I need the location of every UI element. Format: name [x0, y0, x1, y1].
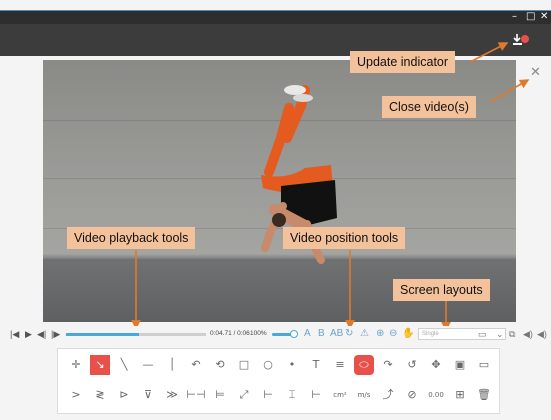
loop-tool-icon[interactable]: ⟲	[210, 355, 230, 375]
next-frame-button[interactable]: |▶	[51, 326, 60, 342]
highlight-tool-icon[interactable]: ⬭	[354, 355, 374, 375]
zoom-level: 100%	[250, 330, 267, 337]
path-tool-icon[interactable]: ⤴	[378, 385, 398, 405]
area-tool-icon[interactable]: cm²	[330, 385, 350, 405]
i-beam-tool-icon[interactable]: ⌶	[282, 385, 302, 405]
drawing-tools-panel: ✛ ↘ ╲ — │ ↶ ⟲ □ ○ • T ≡ ⬭ ↷ ↺ ✥ ▣ ▭ > ≷ ⊳ ⊽ ≫ ⊢⊣ ⊨ ⤢ ⊢ ⌶ ⊢ cm² m/s ⤴ ⊘ 0.…	[57, 348, 500, 414]
callout-close-videos: Close video(s)	[382, 96, 476, 118]
zoom-out-icon[interactable]: ⊖	[389, 326, 397, 342]
warning-icon[interactable]: ⚠	[360, 326, 369, 342]
callout-position-tools: Video position tools	[283, 227, 406, 249]
layout-screen-icon[interactable]: ▭	[478, 326, 487, 342]
clipboard-tool-icon[interactable]: ▣	[450, 355, 470, 375]
width-tool-icon[interactable]: ⊢	[306, 385, 326, 405]
angle-tool-icon[interactable]: >	[66, 385, 86, 405]
diagonal-tool-icon[interactable]: ⤢	[234, 385, 254, 405]
timer-tool-icon[interactable]: 0.00	[426, 385, 446, 405]
rectangle-tool-icon[interactable]: □	[234, 355, 254, 375]
callout-playback-tools: Video playback tools	[67, 227, 196, 249]
point-tool-icon[interactable]: •	[282, 355, 302, 375]
line-tool-icon[interactable]: ╲	[114, 355, 134, 375]
playback-progress-bar[interactable]	[66, 333, 206, 336]
screen-layout-value: Single	[422, 331, 439, 337]
move-tool-icon[interactable]: ✥	[426, 355, 446, 375]
zoom-in-icon[interactable]: ⊕	[376, 326, 384, 342]
circle-tool-icon[interactable]: ○	[258, 355, 278, 375]
screen-layout-select[interactable]: Single	[418, 328, 506, 340]
popout-icon[interactable]: ⧉	[509, 326, 515, 342]
update-indicator-button[interactable]	[511, 32, 531, 50]
timecode: 0:04.71 / 0:06	[210, 330, 250, 337]
angle-down-tool-icon[interactable]: ⊽	[138, 385, 158, 405]
callout-screen-layouts: Screen layouts	[393, 279, 490, 301]
text-tool-icon[interactable]: T	[306, 355, 326, 375]
play-button[interactable]: ▶	[25, 326, 32, 342]
prev-frame-button[interactable]: ◀|	[37, 326, 46, 342]
no-entry-tool-icon[interactable]: ⊘	[402, 385, 422, 405]
audio-right-icon[interactable]: ◀)	[537, 326, 547, 342]
audio-left-icon[interactable]: ◀)	[523, 326, 533, 342]
update-badge	[521, 35, 529, 43]
angle-arrow-tool-icon[interactable]: ⊳	[114, 385, 134, 405]
horizontal-line-tool-icon[interactable]: —	[138, 355, 158, 375]
redo-tool-icon[interactable]: ↷	[378, 355, 398, 375]
speed-tool-icon[interactable]: m/s	[354, 385, 374, 405]
ab-loop-button[interactable]: AB	[330, 326, 343, 342]
double-angle-tool-icon[interactable]: ≫	[162, 385, 182, 405]
bracket-tool-icon[interactable]: ⊢⊣	[186, 385, 206, 405]
callout-update-indicator: Update indicator	[350, 51, 456, 73]
app-header	[0, 24, 551, 56]
vertical-line-tool-icon[interactable]: │	[162, 355, 182, 375]
pan-hand-icon[interactable]: ✋	[402, 326, 414, 342]
first-frame-button[interactable]: |◀	[10, 326, 19, 342]
title-bar: – □ ✕	[0, 10, 551, 24]
rotate-icon[interactable]: ↻	[345, 326, 353, 342]
undo-curve-tool-icon[interactable]: ↶	[186, 355, 206, 375]
zoom-slider-knob[interactable]	[290, 330, 298, 338]
maximize-button[interactable]: □	[526, 11, 535, 23]
close-window-button[interactable]: ✕	[540, 11, 548, 23]
playback-progress-fill	[66, 333, 139, 336]
group-tool-icon[interactable]: ⊞	[450, 385, 470, 405]
arrow-tool-icon[interactable]: ↘	[90, 355, 110, 375]
menu-tool-icon[interactable]: ≡	[330, 355, 350, 375]
cross-tool-icon[interactable]: ✛	[66, 355, 86, 375]
reset-tool-icon[interactable]: ↺	[402, 355, 422, 375]
top-strip	[0, 0, 551, 10]
measure-tool-icon[interactable]: ⊢	[258, 385, 278, 405]
angle-compare-tool-icon[interactable]: ≷	[90, 385, 110, 405]
grid-tool-icon[interactable]: ⊨	[210, 385, 230, 405]
point-a-button[interactable]: A	[304, 326, 311, 342]
close-video-button[interactable]: ✕	[530, 65, 541, 78]
point-b-button[interactable]: B	[318, 326, 325, 342]
screen-tool-icon[interactable]: ▭	[474, 355, 494, 375]
layout-dropdown-icon[interactable]: ⌄	[496, 326, 504, 342]
minimize-button[interactable]: –	[512, 11, 517, 23]
trash-icon[interactable]: 🗑	[474, 385, 494, 405]
download-icon	[513, 34, 529, 45]
